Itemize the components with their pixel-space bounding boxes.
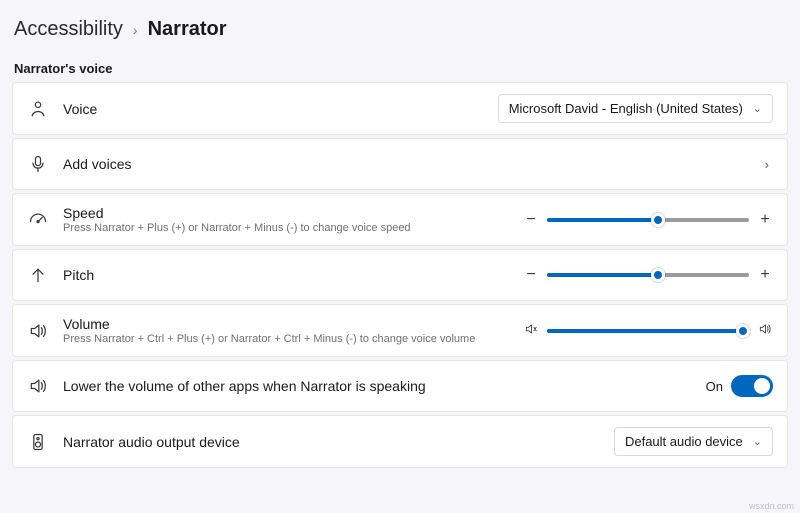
mute-icon[interactable]	[523, 322, 539, 339]
breadcrumb-parent[interactable]: Accessibility	[14, 18, 123, 41]
minus-icon[interactable]: −	[523, 266, 539, 284]
speed-hint: Press Narrator + Plus (+) or Narrator + …	[63, 222, 523, 234]
output-device-value: Default audio device	[625, 434, 743, 449]
section-title-narrators-voice: Narrator's voice	[0, 49, 800, 82]
voice-dropdown-value: Microsoft David - English (United States…	[509, 101, 743, 116]
output-device-label: Narrator audio output device	[63, 434, 614, 450]
plus-icon[interactable]: +	[757, 266, 773, 284]
pitch-label: Pitch	[63, 267, 523, 283]
speaker-max-icon[interactable]	[757, 322, 773, 339]
plus-icon[interactable]: +	[757, 211, 773, 229]
voice-dropdown[interactable]: Microsoft David - English (United States…	[498, 94, 773, 123]
chevron-down-icon: ⌄	[753, 102, 762, 115]
minus-icon[interactable]: −	[523, 211, 539, 229]
lower-volume-label: Lower the volume of other apps when Narr…	[63, 378, 706, 394]
volume-row: Volume Press Narrator + Ctrl + Plus (+) …	[12, 304, 788, 357]
breadcrumb: Accessibility › Narrator	[0, 0, 800, 49]
chevron-down-icon: ⌄	[753, 435, 762, 448]
lower-volume-row: Lower the volume of other apps when Narr…	[12, 360, 788, 412]
pitch-row: Pitch − +	[12, 249, 788, 301]
device-speaker-icon	[27, 431, 49, 453]
output-device-row: Narrator audio output device Default aud…	[12, 415, 788, 468]
chevron-right-icon: ›	[761, 157, 773, 172]
speaker-icon	[27, 320, 49, 342]
output-device-dropdown[interactable]: Default audio device ⌄	[614, 427, 773, 456]
volume-slider[interactable]	[523, 322, 773, 339]
pitch-slider[interactable]: − +	[523, 266, 773, 284]
lower-volume-toggle[interactable]	[731, 375, 773, 397]
speed-row: Speed Press Narrator + Plus (+) or Narra…	[12, 193, 788, 246]
add-voices-row[interactable]: Add voices ›	[12, 138, 788, 190]
speaker-icon	[27, 375, 49, 397]
breadcrumb-current: Narrator	[148, 18, 227, 41]
volume-hint: Press Narrator + Ctrl + Plus (+) or Narr…	[63, 333, 523, 345]
speed-slider[interactable]: − +	[523, 211, 773, 229]
speed-icon	[27, 209, 49, 231]
chevron-right-icon: ›	[133, 22, 138, 38]
watermark: wsxdn.com	[749, 501, 794, 511]
voice-row: Voice Microsoft David - English (United …	[12, 82, 788, 135]
arrow-up-icon	[27, 264, 49, 286]
voice-label: Voice	[63, 101, 498, 117]
toggle-state-label: On	[706, 379, 723, 394]
add-voices-label: Add voices	[63, 156, 761, 172]
person-icon	[27, 98, 49, 120]
microphone-icon	[27, 153, 49, 175]
volume-label: Volume	[63, 316, 523, 332]
speed-label: Speed	[63, 205, 523, 221]
